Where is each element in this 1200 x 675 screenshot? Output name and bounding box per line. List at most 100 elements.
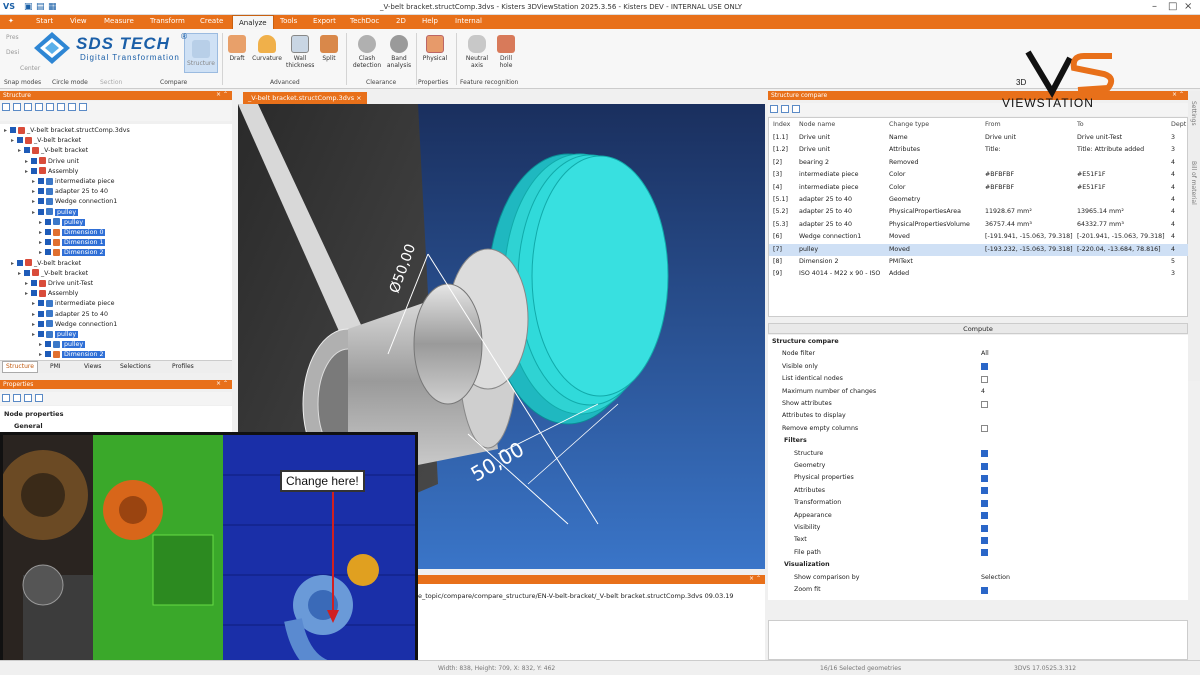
col-to[interactable]: To bbox=[1077, 121, 1084, 128]
props-tool-icon[interactable] bbox=[35, 394, 43, 402]
tab-pmi[interactable]: PMI bbox=[50, 363, 61, 370]
col-change-type[interactable]: Change type bbox=[889, 121, 929, 128]
snap-desi[interactable]: Desi bbox=[6, 49, 19, 56]
maximize-icon[interactable]: □ bbox=[1168, 1, 1177, 12]
tree-tool-icon[interactable] bbox=[35, 103, 43, 111]
tab-views[interactable]: Views bbox=[84, 363, 101, 370]
physical-button[interactable]: Physical bbox=[420, 35, 450, 62]
table-row[interactable]: [9] ISO 4014 - M22 x 90 - ISO Added 3 bbox=[769, 268, 1189, 280]
minimize-icon[interactable]: – bbox=[1152, 1, 1157, 12]
tab-internal[interactable]: Internal bbox=[455, 17, 482, 25]
setting-checkbox[interactable] bbox=[981, 363, 988, 371]
visibility-checkbox[interactable] bbox=[38, 208, 44, 215]
tree-tool-icon[interactable] bbox=[2, 103, 10, 111]
tree-tool-icon[interactable] bbox=[13, 103, 21, 111]
setting-checkbox[interactable] bbox=[981, 462, 988, 470]
table-row[interactable]: [1.1] Drive unit Name Drive unit Drive unit-… bbox=[769, 132, 1189, 144]
panel-close-icon[interactable]: × ⌃ bbox=[216, 91, 228, 98]
tab-analyze[interactable]: Analyze bbox=[232, 15, 274, 29]
tree-tool-icon[interactable] bbox=[57, 103, 65, 111]
close-icon[interactable]: × bbox=[1184, 1, 1192, 12]
split-button[interactable]: Split bbox=[318, 35, 340, 62]
visibility-checkbox[interactable] bbox=[31, 167, 37, 174]
clash-detection-button[interactable]: Clash detection bbox=[350, 35, 384, 69]
snap-center[interactable]: Center bbox=[20, 65, 40, 72]
visibility-checkbox[interactable] bbox=[38, 310, 44, 317]
setting-row[interactable]: Remove empty columns bbox=[768, 423, 1188, 435]
col-depth[interactable]: Dept bbox=[1171, 121, 1186, 128]
band-analysis-button[interactable]: Band analysis bbox=[384, 35, 414, 69]
setting-row[interactable]: Maximum number of changes 4 bbox=[768, 386, 1188, 398]
neutral-axis-button[interactable]: Neutral axis bbox=[462, 35, 492, 69]
table-row[interactable]: [8] Dimension 2 PMIText 5 bbox=[769, 256, 1189, 268]
setting-row[interactable]: File path bbox=[768, 547, 1188, 559]
setting-row[interactable]: Zoom fit bbox=[768, 584, 1188, 596]
tree-node[interactable]: ▸ Dimension 2 bbox=[39, 350, 106, 360]
setting-row[interactable]: Appearance bbox=[768, 510, 1188, 522]
table-row[interactable]: [6] Wedge connection1 Moved [-191.941, -15.… bbox=[769, 231, 1189, 243]
visibility-checkbox[interactable] bbox=[24, 269, 30, 276]
tab-2d[interactable]: 2D bbox=[396, 17, 406, 25]
setting-row[interactable]: Structure compare bbox=[768, 336, 1188, 348]
tab-measure[interactable]: Measure bbox=[104, 17, 134, 25]
setting-value[interactable]: All bbox=[981, 348, 989, 360]
table-row[interactable]: [1.2] Drive unit Attributes Title: Title: At… bbox=[769, 144, 1189, 156]
visibility-checkbox[interactable] bbox=[45, 249, 51, 256]
tab-structure[interactable]: Structure bbox=[2, 361, 38, 373]
setting-checkbox[interactable] bbox=[981, 536, 988, 544]
tree-tool-icon[interactable] bbox=[46, 103, 54, 111]
setting-row[interactable]: Attributes to display bbox=[768, 410, 1188, 422]
table-row[interactable]: [5.1] adapter 25 to 40 Geometry 4 bbox=[769, 194, 1189, 206]
quick-access-icon[interactable]: ▦ bbox=[48, 2, 57, 12]
open-icon[interactable]: ▤ bbox=[36, 2, 45, 12]
table-row[interactable]: [5.3] adapter 25 to 40 PhysicalPropertiesV… bbox=[769, 219, 1189, 231]
tab-view[interactable]: View bbox=[70, 17, 87, 25]
setting-checkbox[interactable] bbox=[981, 524, 988, 532]
tab-transform[interactable]: Transform bbox=[150, 17, 185, 25]
visibility-checkbox[interactable] bbox=[45, 351, 51, 358]
visibility-checkbox[interactable] bbox=[31, 290, 37, 297]
setting-row[interactable]: List identical nodes bbox=[768, 373, 1188, 385]
visibility-checkbox[interactable] bbox=[31, 280, 37, 286]
setting-row[interactable]: Attributes bbox=[768, 485, 1188, 497]
props-tool-icon[interactable] bbox=[24, 394, 32, 402]
visibility-checkbox[interactable] bbox=[45, 229, 51, 235]
table-row[interactable]: [2] bearing 2 Removed 4 bbox=[769, 157, 1189, 169]
tree-tool-icon[interactable] bbox=[68, 103, 76, 111]
refresh-icon[interactable] bbox=[781, 105, 789, 113]
tree-tool-icon[interactable] bbox=[24, 103, 32, 111]
tab-start[interactable]: Start bbox=[36, 17, 53, 25]
curvature-button[interactable]: Curvature bbox=[250, 35, 284, 62]
setting-checkbox[interactable] bbox=[981, 400, 988, 408]
setting-checkbox[interactable] bbox=[981, 512, 988, 520]
table-row[interactable]: [7] pulley Moved [-193.232, -15.063, 79.318… bbox=[769, 243, 1189, 256]
viewport-tab[interactable]: _V-belt bracket.structComp.3dvs × bbox=[243, 92, 367, 104]
col-from[interactable]: From bbox=[985, 121, 1001, 128]
setting-row[interactable]: Geometry bbox=[768, 460, 1188, 472]
visibility-checkbox[interactable] bbox=[38, 300, 44, 307]
settings-side-tab[interactable]: Settings bbox=[1190, 101, 1197, 126]
setting-row[interactable]: Structure bbox=[768, 448, 1188, 460]
visibility-checkbox[interactable] bbox=[38, 178, 44, 184]
panel-close-icon[interactable]: × ⌃ bbox=[216, 380, 228, 387]
setting-row[interactable]: Visualization bbox=[768, 559, 1188, 571]
setting-row[interactable]: Show comparison by Selection bbox=[768, 572, 1188, 584]
visibility-checkbox[interactable] bbox=[45, 218, 51, 225]
draft-button[interactable]: Draft bbox=[226, 35, 248, 62]
visibility-checkbox[interactable] bbox=[17, 259, 23, 266]
visibility-checkbox[interactable] bbox=[38, 320, 44, 327]
visibility-checkbox[interactable] bbox=[31, 157, 37, 164]
setting-checkbox[interactable] bbox=[981, 425, 988, 433]
setting-checkbox[interactable] bbox=[981, 450, 988, 458]
props-tool-icon[interactable] bbox=[2, 394, 10, 402]
setting-row[interactable]: Visible only bbox=[768, 361, 1188, 373]
visibility-checkbox[interactable] bbox=[24, 147, 30, 154]
visibility-checkbox[interactable] bbox=[38, 188, 44, 195]
panel-close-icon[interactable]: × ⌃ bbox=[1172, 91, 1184, 98]
setting-checkbox[interactable] bbox=[981, 499, 988, 507]
setting-row[interactable]: Physical properties bbox=[768, 472, 1188, 484]
setting-checkbox[interactable] bbox=[981, 474, 988, 482]
tab-techdoc[interactable]: TechDoc bbox=[350, 17, 379, 25]
setting-row[interactable]: Filters bbox=[768, 435, 1188, 447]
tab-profiles[interactable]: Profiles bbox=[172, 363, 194, 370]
